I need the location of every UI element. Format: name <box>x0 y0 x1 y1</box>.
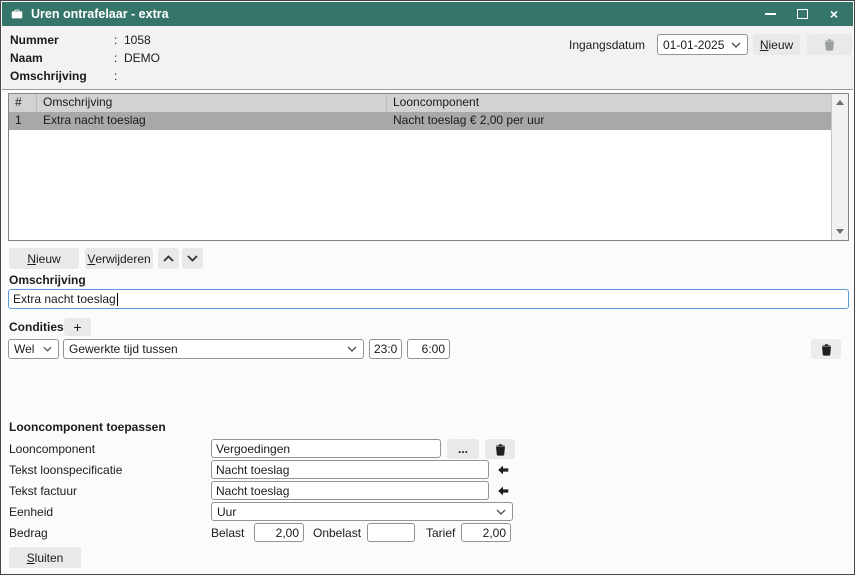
minimize-icon <box>765 13 776 15</box>
scroll-down-icon[interactable] <box>836 229 844 234</box>
naam-value: DEMO <box>124 50 160 66</box>
close-button[interactable]: × <box>827 7 841 21</box>
verwijderen-row-button[interactable]: Verwijderen <box>85 248 153 269</box>
field-nummer: Nummer : 1058 <box>10 32 151 48</box>
looncomponent-label: Looncomponent <box>9 442 95 456</box>
ingangsdatum-label: Ingangsdatum <box>569 38 645 52</box>
chevron-down-icon <box>496 509 506 515</box>
belast-label: Belast <box>211 526 244 540</box>
trash-icon <box>820 343 833 356</box>
eenheid-value: Uur <box>217 505 496 519</box>
eenheid-label: Eenheid <box>9 505 53 519</box>
eenheid-select[interactable]: Uur <box>211 502 513 521</box>
scroll-up-icon[interactable] <box>836 100 844 105</box>
ingangsdatum-value: 01-01-2025 <box>663 38 731 52</box>
nieuw-version-button[interactable]: Nieuw <box>753 34 800 55</box>
condition-type-value: Gewerkte tijd tussen <box>69 342 347 356</box>
row-looncomponent: Nacht toeslag € 2,00 per uur <box>387 112 831 130</box>
field-omschrijving-header: Omschrijving : <box>10 68 124 84</box>
table-row[interactable]: 1 Extra nacht toeslag Nacht toeslag € 2,… <box>9 112 831 130</box>
copy-to-factuur-button[interactable] <box>493 482 513 500</box>
colon: : <box>114 68 124 84</box>
browse-looncomponent-button[interactable]: ... <box>447 439 479 459</box>
onbelast-label: Onbelast <box>313 526 361 540</box>
condition-mode-value: Wel <box>14 342 43 356</box>
add-condition-button[interactable]: + <box>64 318 91 336</box>
condities-label: Condities <box>9 320 64 334</box>
text-caret <box>117 293 118 306</box>
app-icon <box>10 7 24 21</box>
column-header-num[interactable]: # <box>9 94 37 112</box>
window-title: Uren ontrafelaar - extra <box>31 7 763 21</box>
row-num: 1 <box>9 112 37 130</box>
maximize-button[interactable] <box>795 7 809 21</box>
onbelast-input[interactable] <box>367 523 415 542</box>
ingangsdatum-select[interactable]: 01-01-2025 <box>657 34 748 55</box>
column-header-omschrijving[interactable]: Omschrijving <box>37 94 387 112</box>
delete-condition-button[interactable] <box>811 339 841 359</box>
trash-icon <box>494 443 507 456</box>
tekst-loonspecificatie-label: Tekst loonspecificatie <box>9 463 122 477</box>
time-to-input[interactable] <box>407 339 450 359</box>
time-from-input[interactable] <box>369 339 402 359</box>
arrow-left-icon <box>496 484 510 498</box>
colon: : <box>114 50 124 66</box>
move-down-button[interactable] <box>182 248 203 269</box>
omschrijving-label: Omschrijving <box>9 273 86 287</box>
colon: : <box>114 32 124 48</box>
move-up-button[interactable] <box>158 248 179 269</box>
bedrag-label: Bedrag <box>9 526 48 540</box>
field-naam: Naam : DEMO <box>10 50 160 66</box>
row-omschrijving: Extra nacht toeslag <box>37 112 387 130</box>
tekst-factuur-input[interactable] <box>211 481 489 500</box>
delete-version-button[interactable] <box>807 34 852 55</box>
condition-type-select[interactable]: Gewerkte tijd tussen <box>63 339 364 359</box>
condition-mode-select[interactable]: Wel <box>8 339 59 359</box>
close-icon: × <box>830 7 838 21</box>
looncomponent-input[interactable] <box>211 439 441 458</box>
tarief-label: Tarief <box>426 526 455 540</box>
app-window: Uren ontrafelaar - extra × Nummer : 1058… <box>0 0 855 575</box>
omschrijving-input[interactable]: Extra nacht toeslag <box>8 289 849 309</box>
table-scrollbar[interactable] <box>831 94 848 240</box>
copy-to-loonspecificatie-button[interactable] <box>493 461 513 479</box>
looncomponent-section-heading: Looncomponent toepassen <box>9 420 166 434</box>
chevron-down-icon <box>43 346 52 352</box>
trash-icon <box>823 38 836 51</box>
rules-table: # Omschrijving Looncomponent 1 Extra nac… <box>8 93 849 241</box>
table-header-row: # Omschrijving Looncomponent <box>9 94 831 112</box>
clear-looncomponent-button[interactable] <box>485 439 515 459</box>
nieuw-row-button[interactable]: Nieuw <box>9 248 79 269</box>
nummer-label: Nummer <box>10 32 114 48</box>
sluiten-button[interactable]: Sluiten <box>9 547 81 568</box>
minimize-button[interactable] <box>763 7 777 21</box>
omschrijving-input-value: Extra nacht toeslag <box>13 292 116 306</box>
chevron-down-icon <box>347 346 357 352</box>
titlebar: Uren ontrafelaar - extra × <box>2 2 853 26</box>
record-header: Nummer : 1058 Naam : DEMO Omschrijving :… <box>2 26 853 90</box>
maximize-icon <box>797 9 808 19</box>
naam-label: Naam <box>10 50 114 66</box>
belast-input[interactable] <box>254 523 304 542</box>
nummer-value: 1058 <box>124 32 151 48</box>
tekst-factuur-label: Tekst factuur <box>9 484 77 498</box>
chevron-down-icon <box>731 42 741 48</box>
tekst-loonspecificatie-input[interactable] <box>211 460 489 479</box>
omschrijving-header-label: Omschrijving <box>10 68 114 84</box>
arrow-left-icon <box>496 463 510 477</box>
tarief-input[interactable] <box>461 523 511 542</box>
column-header-looncomponent[interactable]: Looncomponent <box>387 94 831 112</box>
